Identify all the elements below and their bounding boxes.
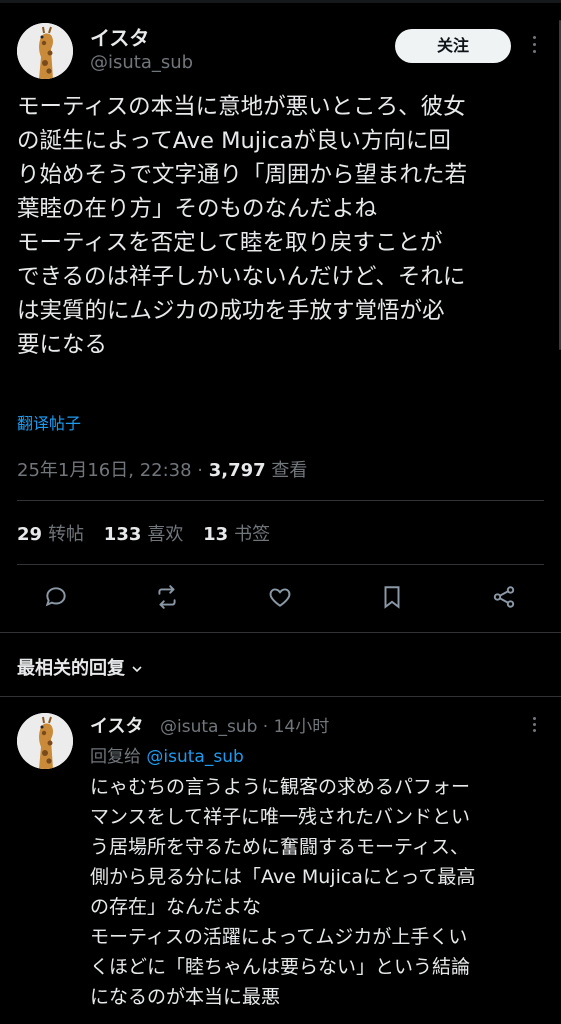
post-text-line: モーティスを否定して睦を取り戻すことが [17,230,443,256]
reply-icon[interactable] [41,582,71,612]
translate-post-link[interactable]: 翻译帖子 [17,410,81,434]
reply-text-line: う居場所を守るために奮闘するモーティス、 [90,836,469,858]
reply-text-line: 側から見る分には「Ave Mujicaにとって最高 [90,866,476,888]
reply-author-name[interactable]: イスタ [90,712,143,738]
replying-to-label: 回复给 [90,747,147,767]
post-text-line: の誕生によってAve Mujicaが良い方向に回 [17,128,451,154]
post-text-line: 要になる [17,332,108,358]
bookmark-count: 13 [203,524,229,545]
post-text: モーティスの本当に意地が悪いところ、彼女 の誕生によってAve Mujicaが良… [17,90,552,362]
repost-label: 转帖 [48,524,85,545]
replies-sort-dropdown[interactable]: 最相关的回复 [17,654,145,680]
top-edge [0,0,561,3]
like-count: 133 [103,524,142,545]
repost-icon[interactable] [152,582,182,612]
reply-author-meta[interactable]: @isuta_sub · 14小时 [160,712,329,737]
replies-sort-label: 最相关的回复 [17,658,125,679]
post-meta: 25年1月16日, 22:38 · 3,797 查看 [17,456,307,482]
chevron-down-icon [132,666,142,673]
view-label: 查看 [265,460,308,481]
reply-text-line: の存在」なんだよな [90,896,262,918]
view-count: 3,797 [208,460,266,481]
like-stat[interactable]: 133 喜欢 [104,524,184,545]
repost-count: 29 [17,524,43,545]
share-icon[interactable] [489,582,519,612]
post-text-line: モーティスの本当に意地が悪いところ、彼女 [17,94,466,120]
giraffe-avatar-image [17,23,73,79]
author-avatar[interactable] [17,23,73,79]
author-handle[interactable]: @isuta_sub [90,52,193,73]
reply-text: にゃむちの言うように観客の求めるパフォー マンスをして祥子に唯一残されたバンドと… [90,772,550,1012]
reply-text-line: モーティスの活躍によってムジカが上手くい [90,926,468,948]
giraffe-avatar-image [17,713,73,769]
like-label: 喜欢 [147,524,184,545]
post-timestamp[interactable]: 25年1月16日, 22:38 · [17,460,209,481]
post-text-line: は実質的にムジカの成功を手放す覚悟が必 [17,298,445,324]
bookmark-label: 书签 [234,524,271,545]
reply-text-line: にゃむちの言うように観客の求めるパフォー [90,776,471,798]
more-options-icon[interactable] [524,32,544,62]
post-text-line: り始めそうで文字通り「周囲から望まれた若 [17,162,468,188]
divider [17,564,544,565]
reply-author-avatar[interactable] [17,713,73,769]
post-text-line: 葉睦の在り方」そのものなんだよね [17,196,378,222]
divider [17,500,544,501]
section-divider [0,696,561,697]
reply-text-line: になるのが本当に最悪 [90,986,281,1008]
follow-button[interactable]: 关注 [395,29,511,63]
bookmark-stat[interactable]: 13 书签 [203,524,270,545]
post-stats: 29 转帖 133 喜欢 13 书签 [17,520,284,546]
replying-to-handle[interactable]: @isuta_sub [146,747,243,767]
author-name[interactable]: イスタ [90,22,149,51]
reply-text-line: マンスをして祥子に唯一残されたバンドとい [90,806,471,828]
reply-more-options-icon[interactable] [524,714,544,738]
replying-to: 回复给 @isuta_sub [90,742,244,767]
heart-icon[interactable] [265,582,295,612]
reply-text-line: くほどに「睦ちゃんは要らない」という結論 [90,956,471,978]
repost-stat[interactable]: 29 转帖 [17,524,84,545]
section-divider [0,632,561,633]
bookmark-icon[interactable] [377,582,407,612]
post-text-line: できるのは祥子しかいないんだけど、それに [17,264,466,290]
